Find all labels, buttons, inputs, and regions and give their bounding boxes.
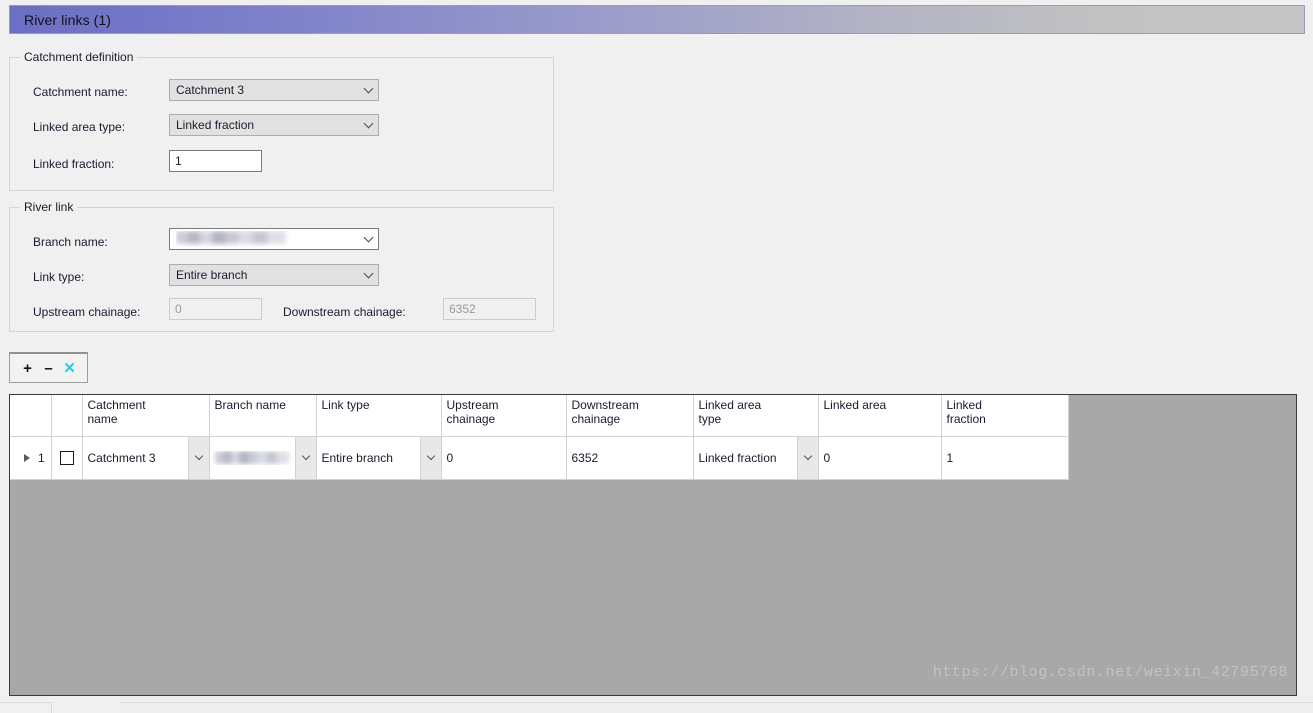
grid-body: 1 Catchment 3 Entire branch 0 6352 Linke… xyxy=(10,436,1069,480)
branch-name-label: Branch name: xyxy=(33,235,108,249)
row-select-cell[interactable] xyxy=(51,436,83,480)
column-header-link-type[interactable]: Link type xyxy=(316,395,442,437)
link-type-value: Entire branch xyxy=(176,268,248,282)
linked-fraction-input[interactable]: 1 xyxy=(169,150,262,172)
row-checkbox[interactable] xyxy=(59,450,74,465)
grid-table: Catchment name Branch name Link type Ups… xyxy=(10,395,1069,480)
cell-catchment-name-value: Catchment 3 xyxy=(87,450,156,465)
column-header-linked-area[interactable]: Linked area xyxy=(818,395,942,437)
row-header-cell[interactable]: 1 xyxy=(10,436,52,480)
column-header-downstream-chainage[interactable]: Downstream chainage xyxy=(566,395,694,437)
upstream-chainage-input: 0 xyxy=(169,298,262,320)
catchment-name-value: Catchment 3 xyxy=(176,83,245,97)
bottom-tab-area[interactable] xyxy=(120,702,1313,713)
chevron-down-icon xyxy=(358,80,378,100)
chevron-down-icon xyxy=(358,115,378,135)
cell-linked-fraction[interactable]: 1 xyxy=(941,436,1069,480)
chevron-down-icon[interactable] xyxy=(187,436,208,478)
current-row-arrow-icon xyxy=(24,453,30,462)
cell-branch-name-value xyxy=(210,450,295,465)
page-title: River links (1) xyxy=(24,11,112,28)
chevron-down-icon[interactable] xyxy=(796,436,817,478)
cell-upstream-chainage[interactable]: 0 xyxy=(441,436,567,480)
grid-toolbar: + – ✕ xyxy=(9,352,88,383)
column-header-linked-area-type[interactable]: Linked area type xyxy=(693,395,819,437)
cell-downstream-chainage[interactable]: 6352 xyxy=(566,436,694,480)
column-header-catchment-name[interactable]: Catchment name xyxy=(82,395,210,437)
downstream-chainage-input: 6352 xyxy=(443,298,536,320)
column-header-select[interactable] xyxy=(51,395,83,437)
column-header-rowmark[interactable] xyxy=(10,395,52,437)
branch-name-select[interactable] xyxy=(169,228,379,250)
cell-link-type[interactable]: Entire branch xyxy=(316,436,442,480)
chevron-down-icon[interactable] xyxy=(419,436,440,478)
remove-row-button[interactable]: – xyxy=(38,358,59,379)
river-links-grid[interactable]: Catchment name Branch name Link type Ups… xyxy=(9,394,1297,696)
upstream-chainage-value: 0 xyxy=(175,302,182,316)
river-links-panel: River links (1) Catchment definition Cat… xyxy=(0,0,1313,713)
catchment-name-label: Catchment name: xyxy=(33,85,128,99)
add-row-button[interactable]: + xyxy=(17,358,38,379)
branch-name-value xyxy=(176,231,358,247)
chevron-down-icon xyxy=(358,265,378,285)
watermark-text: https://blog.csdn.net/weixin_42795768 xyxy=(932,664,1288,681)
column-header-linked-fraction[interactable]: Linked fraction xyxy=(941,395,1069,437)
downstream-chainage-label: Downstream chainage: xyxy=(283,305,406,319)
linked-area-type-label: Linked area type: xyxy=(33,120,126,134)
redacted-branch-name xyxy=(176,231,286,244)
cell-linked-area: 0 xyxy=(818,436,942,480)
column-header-branch-name[interactable]: Branch name xyxy=(209,395,317,437)
row-number: 1 xyxy=(38,450,45,465)
upstream-chainage-label: Upstream chainage: xyxy=(33,305,141,319)
cell-linked-area-type[interactable]: Linked fraction xyxy=(693,436,819,480)
linked-fraction-value: 1 xyxy=(175,154,182,168)
bottom-status-strip xyxy=(0,701,1313,713)
cell-link-type-value: Entire branch xyxy=(321,450,393,465)
grid-header: Catchment name Branch name Link type Ups… xyxy=(10,395,1069,437)
linked-area-type-value: Linked fraction xyxy=(176,118,255,132)
chevron-down-icon xyxy=(358,229,378,249)
catchment-name-select[interactable]: Catchment 3 xyxy=(169,79,379,101)
river-link-legend: River link xyxy=(20,200,78,214)
cell-branch-name[interactable] xyxy=(209,436,317,480)
cell-linked-area-type-value: Linked fraction xyxy=(698,450,777,465)
link-type-label: Link type: xyxy=(33,270,85,284)
column-header-upstream-chainage[interactable]: Upstream chainage xyxy=(441,395,567,437)
delete-row-button[interactable]: ✕ xyxy=(59,358,80,379)
linked-fraction-label: Linked fraction: xyxy=(33,157,115,171)
table-row[interactable]: 1 Catchment 3 Entire branch 0 6352 Linke… xyxy=(10,436,1069,480)
link-type-select[interactable]: Entire branch xyxy=(169,264,379,286)
bottom-tab-first[interactable] xyxy=(0,702,52,713)
chevron-down-icon[interactable] xyxy=(294,436,315,478)
redacted-branch-name-cell xyxy=(214,450,289,464)
panel-title-bar: River links (1) xyxy=(9,5,1305,34)
linked-area-type-select[interactable]: Linked fraction xyxy=(169,114,379,136)
grid-header-row: Catchment name Branch name Link type Ups… xyxy=(10,395,1069,437)
catchment-definition-legend: Catchment definition xyxy=(20,50,138,64)
downstream-chainage-value: 6352 xyxy=(449,302,476,316)
cell-catchment-name[interactable]: Catchment 3 xyxy=(82,436,210,480)
